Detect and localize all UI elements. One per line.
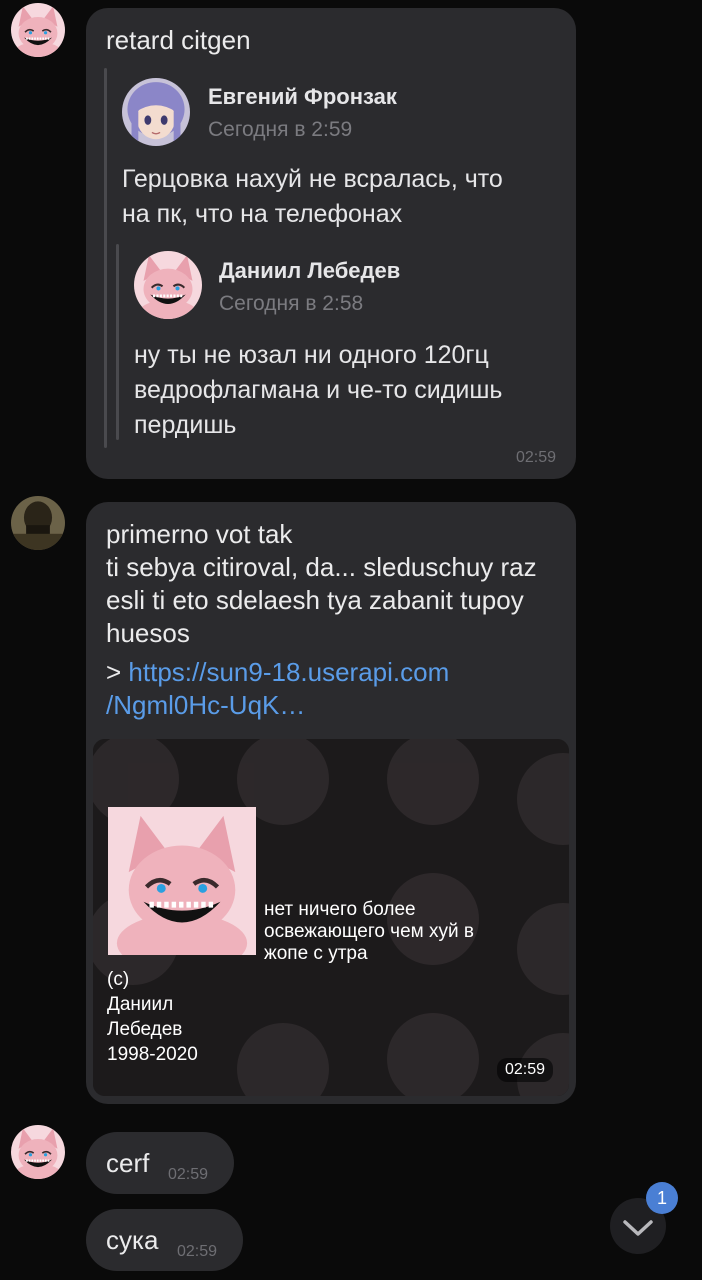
message-text: retard citgen — [106, 25, 251, 55]
nested-quote-text: ну ты не юзал ни одного 120гц ведрофлагм… — [134, 341, 503, 439]
link-prefix: > — [106, 657, 129, 687]
unread-badge: 1 — [646, 1182, 678, 1214]
message-time: 02:59 — [515, 449, 556, 466]
message-bubble[interactable]: retard citgen Евгений Фронзак Сегодня в … — [86, 8, 576, 479]
message-text: cerf — [106, 1148, 150, 1178]
nested-quote-avatar[interactable] — [134, 251, 202, 319]
meme-signature: (c) Даниил Лебедев 1998-2020 — [107, 969, 198, 1065]
link-url-continued[interactable]: /Ngml0Hc-UqK… — [106, 689, 305, 722]
message-bubble[interactable]: сука 02:59 — [86, 1209, 243, 1271]
avatar[interactable] — [11, 3, 65, 57]
message-time: 02:59 — [177, 1243, 218, 1260]
quote-author[interactable]: Евгений Фронзак — [208, 84, 397, 110]
quote-bar — [104, 68, 107, 448]
link-url[interactable]: https://sun9-18.userapi.com — [128, 657, 449, 687]
nested-quote-author[interactable]: Даниил Лебедев — [219, 258, 400, 284]
message-text: сука — [106, 1225, 159, 1255]
message-bubble[interactable]: cerf 02:59 — [86, 1132, 234, 1194]
meme-cat-image — [108, 807, 256, 955]
message-time: 02:59 — [496, 1058, 553, 1082]
meme-caption: нет ничего более освежающего чем хуй в ж… — [264, 899, 474, 964]
avatar[interactable] — [11, 1125, 65, 1179]
quote-avatar[interactable] — [122, 78, 190, 146]
message-text: primerno vot tak ti sebya citiroval, da.… — [106, 519, 537, 648]
attached-image[interactable]: нет ничего более освежающего чем хуй в ж… — [93, 739, 569, 1096]
avatar[interactable] — [11, 496, 65, 550]
quote-text: Герцовка нахуй не всралась, что на пк, ч… — [122, 165, 503, 228]
nested-quote-date: Сегодня в 2:58 — [219, 292, 364, 315]
nested-quote-bar — [116, 244, 119, 440]
message-link[interactable]: > https://sun9-18.userapi.com — [106, 656, 449, 689]
quote-date: Сегодня в 2:59 — [208, 118, 353, 141]
message-time: 02:59 — [168, 1166, 209, 1183]
